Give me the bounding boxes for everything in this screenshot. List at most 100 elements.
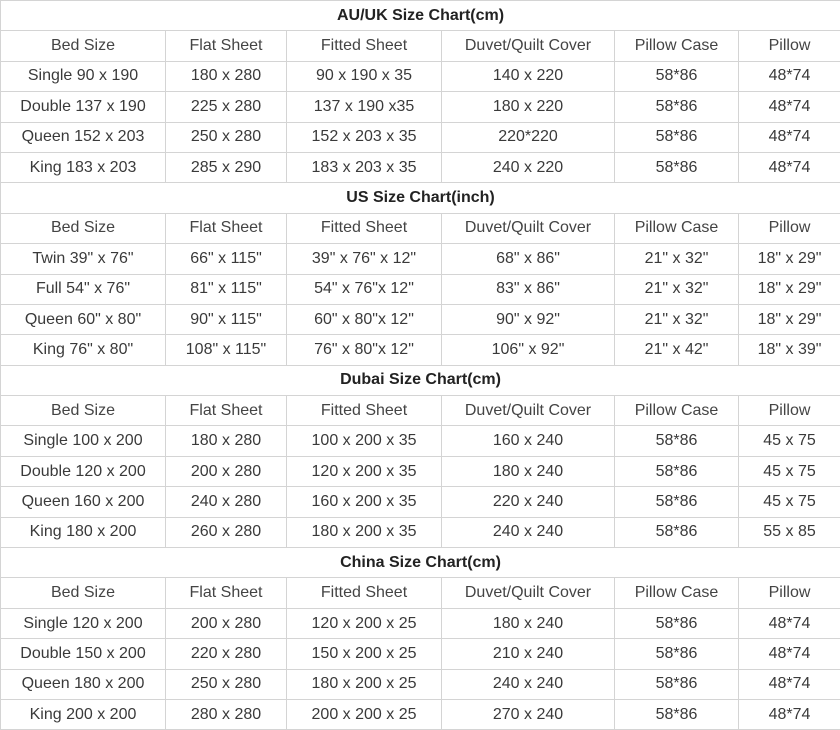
table-cell: 58*86 bbox=[615, 517, 739, 547]
table-cell: 120 x 200 x 25 bbox=[287, 608, 442, 638]
table-cell: 58*86 bbox=[615, 699, 739, 729]
table-cell: 106" x 92" bbox=[442, 335, 615, 365]
table-cell: 180 x 280 bbox=[166, 426, 287, 456]
table-row: Single 120 x 200200 x 280120 x 200 x 251… bbox=[1, 608, 840, 638]
table-cell: 48*74 bbox=[739, 639, 840, 669]
table-row: Twin 39" x 76"66" x 115"39" x 76" x 12"6… bbox=[1, 244, 840, 274]
table-cell: Queen 160 x 200 bbox=[1, 487, 166, 517]
table-cell: 48*74 bbox=[739, 61, 840, 91]
table-cell: 48*74 bbox=[739, 122, 840, 152]
table-cell: 18" x 29" bbox=[739, 304, 840, 334]
table-row: Full 54" x 76"81" x 115"54" x 76"x 12"83… bbox=[1, 274, 840, 304]
table-cell: 58*86 bbox=[615, 487, 739, 517]
table-row: Single 100 x 200180 x 280100 x 200 x 351… bbox=[1, 426, 840, 456]
table-row: King 180 x 200260 x 280180 x 200 x 35240… bbox=[1, 517, 840, 547]
table-cell: 108" x 115" bbox=[166, 335, 287, 365]
table-cell: 240 x 240 bbox=[442, 669, 615, 699]
header-row: Bed SizeFlat SheetFitted SheetDuvet/Quil… bbox=[1, 31, 840, 61]
column-header: Fitted Sheet bbox=[287, 31, 442, 61]
column-header: Flat Sheet bbox=[166, 578, 287, 608]
table-cell: 225 x 280 bbox=[166, 92, 287, 122]
table-cell: 180 x 240 bbox=[442, 456, 615, 486]
table-cell: Single 100 x 200 bbox=[1, 426, 166, 456]
table-cell: 220*220 bbox=[442, 122, 615, 152]
table-cell: 58*86 bbox=[615, 122, 739, 152]
table-cell: 250 x 280 bbox=[166, 122, 287, 152]
column-header: Fitted Sheet bbox=[287, 213, 442, 243]
table-cell: 180 x 200 x 25 bbox=[287, 669, 442, 699]
table-cell: 250 x 280 bbox=[166, 669, 287, 699]
table-cell: Queen 152 x 203 bbox=[1, 122, 166, 152]
table-cell: 45 x 75 bbox=[739, 487, 840, 517]
column-header: Pillow bbox=[739, 213, 840, 243]
column-header: Pillow Case bbox=[615, 396, 739, 426]
table-cell: King 180 x 200 bbox=[1, 517, 166, 547]
table-cell: 180 x 280 bbox=[166, 61, 287, 91]
chart-title-row: China Size Chart(cm) bbox=[1, 548, 840, 578]
table-cell: 48*74 bbox=[739, 92, 840, 122]
table-cell: King 76" x 80" bbox=[1, 335, 166, 365]
column-header: Pillow Case bbox=[615, 578, 739, 608]
column-header: Pillow Case bbox=[615, 213, 739, 243]
table-cell: 200 x 280 bbox=[166, 456, 287, 486]
table-cell: 152 x 203 x 35 bbox=[287, 122, 442, 152]
table-cell: 200 x 200 x 25 bbox=[287, 699, 442, 729]
table-cell: Twin 39" x 76" bbox=[1, 244, 166, 274]
table-cell: 150 x 200 x 25 bbox=[287, 639, 442, 669]
table-cell: 66" x 115" bbox=[166, 244, 287, 274]
column-header: Duvet/Quilt Cover bbox=[442, 31, 615, 61]
chart-title-row: Dubai Size Chart(cm) bbox=[1, 365, 840, 395]
column-header: Bed Size bbox=[1, 31, 166, 61]
table-cell: 18" x 39" bbox=[739, 335, 840, 365]
table-cell: King 200 x 200 bbox=[1, 699, 166, 729]
table-cell: 48*74 bbox=[739, 699, 840, 729]
table-cell: Single 90 x 190 bbox=[1, 61, 166, 91]
table-cell: 18" x 29" bbox=[739, 274, 840, 304]
table-cell: 21" x 42" bbox=[615, 335, 739, 365]
column-header: Flat Sheet bbox=[166, 213, 287, 243]
column-header: Pillow bbox=[739, 31, 840, 61]
table-row: Double 120 x 200200 x 280120 x 200 x 351… bbox=[1, 456, 840, 486]
table-cell: Full 54" x 76" bbox=[1, 274, 166, 304]
chart-title: Dubai Size Chart(cm) bbox=[1, 365, 840, 395]
header-row: Bed SizeFlat SheetFitted SheetDuvet/Quil… bbox=[1, 213, 840, 243]
table-cell: 48*74 bbox=[739, 669, 840, 699]
table-cell: Double 120 x 200 bbox=[1, 456, 166, 486]
table-cell: 160 x 240 bbox=[442, 426, 615, 456]
table-cell: Queen 60" x 80" bbox=[1, 304, 166, 334]
column-header: Duvet/Quilt Cover bbox=[442, 578, 615, 608]
table-cell: 180 x 220 bbox=[442, 92, 615, 122]
chart-title-row: AU/UK Size Chart(cm) bbox=[1, 1, 840, 31]
table-cell: 58*86 bbox=[615, 426, 739, 456]
table-cell: 68" x 86" bbox=[442, 244, 615, 274]
table-cell: King 183 x 203 bbox=[1, 152, 166, 182]
table-cell: 270 x 240 bbox=[442, 699, 615, 729]
table-cell: 48*74 bbox=[739, 608, 840, 638]
table-cell: 180 x 240 bbox=[442, 608, 615, 638]
table-row: Queen 160 x 200240 x 280160 x 200 x 3522… bbox=[1, 487, 840, 517]
table-row: Double 137 x 190225 x 280137 x 190 x3518… bbox=[1, 92, 840, 122]
header-row: Bed SizeFlat SheetFitted SheetDuvet/Quil… bbox=[1, 396, 840, 426]
table-cell: Double 150 x 200 bbox=[1, 639, 166, 669]
table-cell: 200 x 280 bbox=[166, 608, 287, 638]
table-cell: 240 x 220 bbox=[442, 152, 615, 182]
table-cell: 45 x 75 bbox=[739, 456, 840, 486]
table-cell: 58*86 bbox=[615, 669, 739, 699]
table-cell: 58*86 bbox=[615, 92, 739, 122]
table-cell: 160 x 200 x 35 bbox=[287, 487, 442, 517]
column-header: Duvet/Quilt Cover bbox=[442, 396, 615, 426]
column-header: Pillow bbox=[739, 578, 840, 608]
column-header: Flat Sheet bbox=[166, 396, 287, 426]
column-header: Fitted Sheet bbox=[287, 578, 442, 608]
table-cell: 83" x 86" bbox=[442, 274, 615, 304]
column-header: Bed Size bbox=[1, 213, 166, 243]
table-row: King 183 x 203285 x 290183 x 203 x 35240… bbox=[1, 152, 840, 182]
table-row: Queen 60" x 80"90" x 115"60" x 80"x 12"9… bbox=[1, 304, 840, 334]
chart-title-row: US Size Chart(inch) bbox=[1, 183, 840, 213]
table-cell: 81" x 115" bbox=[166, 274, 287, 304]
column-header: Fitted Sheet bbox=[287, 396, 442, 426]
table-row: King 76" x 80"108" x 115"76" x 80"x 12"1… bbox=[1, 335, 840, 365]
table-cell: 54" x 76"x 12" bbox=[287, 274, 442, 304]
table-cell: 240 x 240 bbox=[442, 517, 615, 547]
column-header: Bed Size bbox=[1, 578, 166, 608]
